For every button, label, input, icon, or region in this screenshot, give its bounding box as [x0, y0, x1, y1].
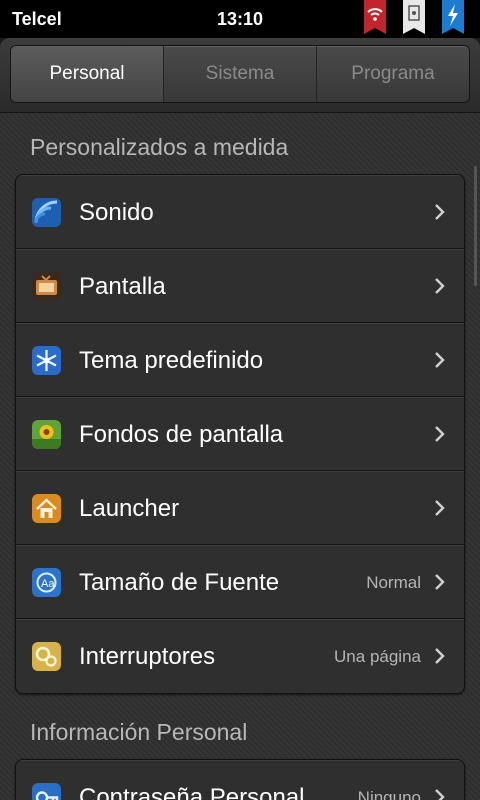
- settings-item-sonido[interactable]: Sonido: [16, 175, 464, 249]
- settings-item-pantalla[interactable]: Pantalla: [16, 249, 464, 323]
- tab-sistema[interactable]: Sistema: [163, 46, 316, 102]
- settings-item-tamano-fuente[interactable]: Aa Tamaño de Fuente Normal: [16, 545, 464, 619]
- settings-item-label: Fondos de pantalla: [79, 421, 284, 448]
- sound-icon: [32, 198, 61, 227]
- settings-item-label: Sonido: [79, 199, 154, 226]
- scrollbar[interactable]: [474, 166, 477, 286]
- settings-item-label: Launcher: [79, 495, 180, 522]
- section-title-personalizados: Personalizados a medida: [30, 134, 289, 160]
- segmented-tabs: Personal Sistema Programa: [10, 45, 470, 103]
- settings-item-label: Tamaño de Fuente: [79, 569, 280, 596]
- settings-item-label: Tema predefinido: [79, 347, 264, 374]
- settings-item-launcher[interactable]: Launcher: [16, 471, 464, 545]
- display-icon: [32, 272, 61, 301]
- settings-item-label: Pantalla: [79, 273, 166, 300]
- chevron-right-icon: [434, 349, 446, 371]
- chevron-right-icon: [434, 201, 446, 223]
- notification-icon: [403, 0, 425, 34]
- settings-item-value: Una página: [334, 647, 421, 666]
- settings-item-value: Normal: [366, 573, 421, 592]
- settings-item-label: Contraseña Personal: [79, 784, 305, 800]
- toggles-icon: [32, 642, 61, 671]
- tab-bar: Personal Sistema Programa: [0, 38, 480, 113]
- settings-group-personalizados: Sonido Pantalla Tema predefinido Fondos …: [15, 174, 465, 694]
- chevron-right-icon: [434, 571, 446, 593]
- wifi-icon: [364, 0, 386, 34]
- tab-personal[interactable]: Personal: [11, 46, 163, 102]
- tab-programa[interactable]: Programa: [316, 46, 469, 102]
- launcher-icon: [32, 494, 61, 523]
- font-size-icon: Aa: [32, 568, 61, 597]
- settings-item-contrasena[interactable]: Contraseña Personal Ninguno: [16, 760, 464, 800]
- theme-icon: [32, 346, 61, 375]
- settings-item-interruptores[interactable]: Interruptores Una página: [16, 619, 464, 693]
- chevron-right-icon: [434, 423, 446, 445]
- chevron-right-icon: [434, 497, 446, 519]
- section-title-informacion: Información Personal: [30, 719, 248, 745]
- settings-item-tema[interactable]: Tema predefinido: [16, 323, 464, 397]
- settings-item-label: Interruptores: [79, 643, 216, 670]
- settings-group-informacion: Contraseña Personal Ninguno: [15, 759, 465, 800]
- charging-icon: [442, 0, 464, 34]
- settings-item-fondos[interactable]: Fondos de pantalla: [16, 397, 464, 471]
- settings-screen: Personal Sistema Programa Personalizados…: [0, 38, 480, 800]
- chevron-right-icon: [434, 786, 446, 800]
- password-icon: [32, 783, 61, 800]
- chevron-right-icon: [434, 275, 446, 297]
- wallpaper-icon: [32, 420, 61, 449]
- status-bar: Telcel 13:10: [0, 0, 480, 38]
- settings-item-value: Ninguno: [357, 788, 421, 800]
- chevron-right-icon: [434, 645, 446, 667]
- svg-text:Aa: Aa: [41, 578, 55, 590]
